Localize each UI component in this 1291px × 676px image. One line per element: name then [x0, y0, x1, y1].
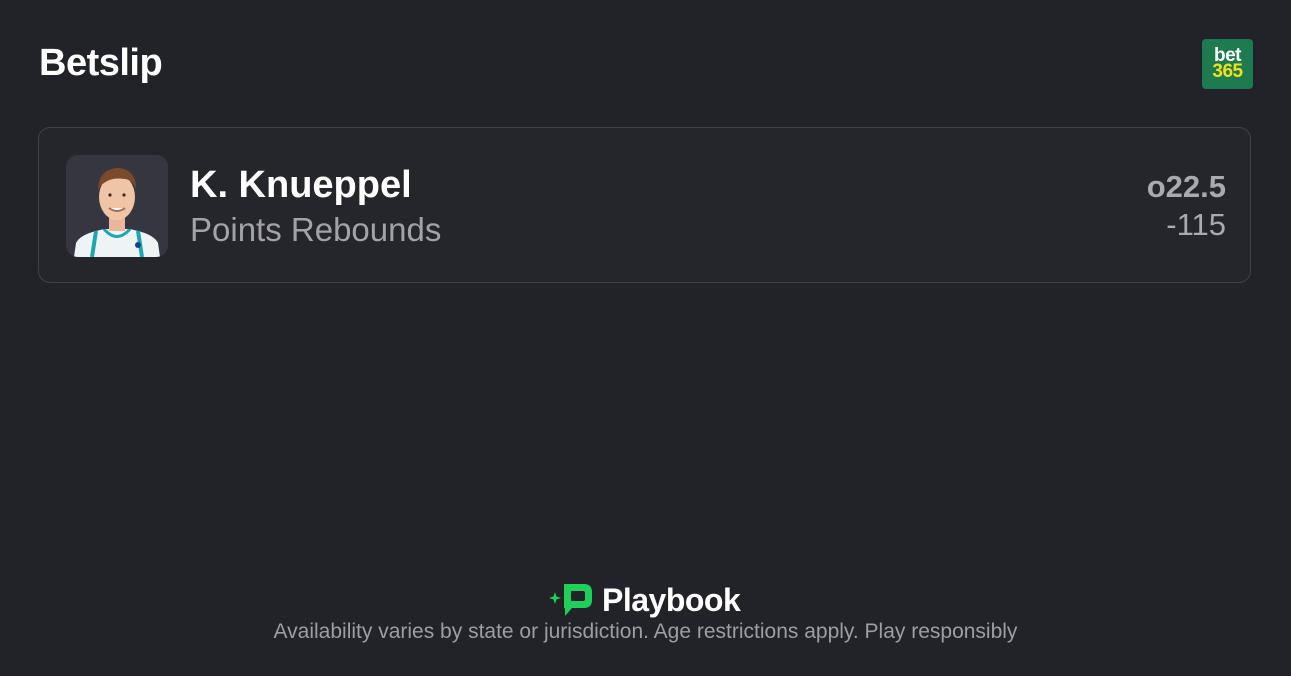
playbook-logo-icon: [549, 584, 592, 616]
bet-line: o22.5: [1146, 169, 1226, 204]
player-headshot-icon: [66, 155, 168, 257]
bet-odds: -115: [1166, 207, 1226, 242]
playbook-brand-text: Playbook: [602, 581, 741, 618]
player-name: K. Knueppel: [190, 164, 412, 206]
responsible-gaming-disclaimer: Availability varies by state or jurisdic…: [273, 620, 1018, 643]
sportsbook-logo-text-bottom: 365: [1212, 61, 1243, 82]
market-label: Points Rebounds: [190, 211, 442, 248]
sportsbook-logo: bet 365: [1202, 39, 1253, 89]
page-title: Betslip: [39, 42, 163, 84]
bet-selection-card[interactable]: K. Knueppel Points Rebounds o22.5 -115: [38, 127, 1251, 283]
playbook-logo: Playbook: [548, 581, 741, 618]
